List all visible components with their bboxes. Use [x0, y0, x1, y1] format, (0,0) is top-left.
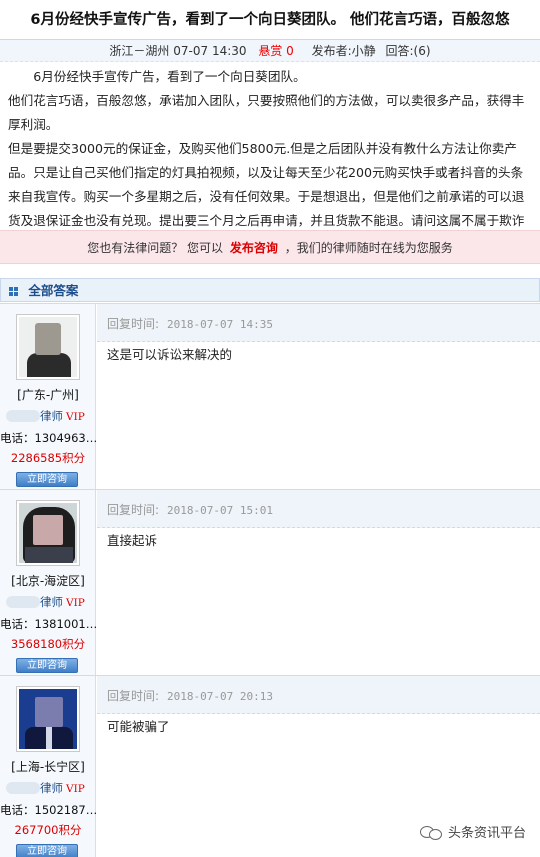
promo-prefix: 您也有法律问题？ 您可以 [87, 241, 224, 255]
reply-text: 可能被骗了 [107, 719, 170, 734]
consult-promo-banner: 您也有法律问题？ 您可以 发布咨询 ，我们的律师随时在线为您服务 [0, 230, 540, 264]
question-panel: 6月份经快手宣传广告，看到了一个向日葵团队。 他们花言巧语，百般忽悠 浙江－湖州… [0, 0, 540, 232]
lawyer-name-blurred [6, 410, 40, 422]
answers-section-header: 全部答案 [0, 278, 540, 302]
reply-time-value: 2018-07-07 20:13 [167, 690, 274, 703]
source-watermark: 头条资讯平台 [419, 822, 526, 841]
reply-time-value: 2018-07-07 15:01 [167, 504, 274, 517]
reply-panel: 回复时间: 2018-07-07 15:01 直接起诉 [97, 490, 540, 675]
reply-panel: 回复时间: 2018-07-07 14:35 这是可以诉讼来解决的 [97, 304, 540, 489]
lawyer-points: 2286585积分 [10, 451, 86, 465]
lawyer-card: [北京-海淀区] 律师 VIP 电话：1381001… 3568180积分 立即咨… [0, 490, 96, 675]
lawyer-name-blurred [6, 596, 40, 608]
reply-header: 回复时间: 2018-07-07 20:13 [97, 676, 540, 714]
lawyer-title[interactable]: 律师 VIP [0, 780, 96, 796]
lawyer-phone: 电话：1502187… [0, 803, 96, 817]
lawyer-role: 律师 [40, 409, 63, 423]
question-author[interactable]: 发布者:小静 [312, 44, 376, 58]
publish-consult-link[interactable]: 发布咨询 [230, 241, 278, 255]
answer-count: 回答:(6) [385, 44, 431, 58]
lawyer-title[interactable]: 律师 VIP [0, 408, 96, 424]
lawyer-card: [上海-长宁区] 律师 VIP 电话：1502187… 267700积分 立即咨询 [0, 676, 96, 857]
lawyer-region: [广东-广州] [17, 388, 79, 402]
lawyer-phone: 电话：1381001… [0, 617, 96, 631]
reply-header: 回复时间: 2018-07-07 14:35 [97, 304, 540, 342]
lawyer-role: 律师 [40, 595, 63, 609]
vip-badge: VIP [66, 783, 85, 795]
lawyer-avatar[interactable] [16, 314, 80, 380]
grid-icon [9, 287, 18, 296]
question-paragraph: 6月份经快手宣传广告，看到了一个向日葵团队。 [33, 69, 306, 84]
lawyer-phone: 电话：1304963… [0, 431, 96, 445]
reply-text: 这是可以诉讼来解决的 [107, 347, 233, 362]
question-body: 6月份经快手宣传广告，看到了一个向日葵团队。 他们花言巧语，百般忽悠，承诺加入团… [0, 62, 540, 232]
reply-header: 回复时间: 2018-07-07 15:01 [97, 490, 540, 528]
vip-badge: VIP [66, 411, 85, 423]
lawyer-points: 267700积分 [14, 823, 82, 837]
reply-time-value: 2018-07-07 14:35 [167, 318, 274, 331]
lawyer-region: [北京-海淀区] [11, 574, 85, 588]
question-meta: 浙江－湖州 07-07 14:30 悬赏 0 发布者:小静 回答:(6) [0, 40, 540, 62]
reward-badge: 悬赏 0 [258, 44, 294, 58]
promo-suffix: ，我们的律师随时在线为您服务 [284, 241, 453, 255]
answer-item: [广东-广州] 律师 VIP 电话：1304963… 2286585积分 立即咨询… [0, 303, 540, 489]
lawyer-points: 3568180积分 [10, 637, 86, 651]
consult-now-button[interactable]: 立即咨询 [16, 472, 78, 487]
reply-text: 直接起诉 [107, 533, 158, 548]
question-location: 浙江－湖州 [109, 44, 170, 58]
answers-section-title: 全部答案 [28, 283, 79, 298]
lawyer-region: [上海-长宁区] [11, 760, 85, 774]
answer-item: [北京-海淀区] 律师 VIP 电话：1381001… 3568180积分 立即咨… [0, 489, 540, 675]
question-time: 07-07 14:30 [173, 44, 247, 58]
reply-time: 回复时间: 2018-07-07 14:35 [107, 315, 273, 332]
consult-now-button[interactable]: 立即咨询 [16, 844, 78, 857]
watermark-text: 头条资讯平台 [447, 826, 526, 841]
wechat-icon [419, 825, 442, 840]
consult-now-button[interactable]: 立即咨询 [16, 658, 78, 673]
reply-time-label: 回复时间: [107, 503, 160, 517]
lawyer-role: 律师 [40, 781, 63, 795]
lawyer-avatar[interactable] [16, 686, 80, 752]
question-paragraph: 他们花言巧语，百般忽悠，承诺加入团队，只要按照他们的方法做，可以卖很多产品，获得… [8, 93, 525, 132]
lawyer-avatar[interactable] [16, 500, 80, 566]
question-title: 6月份经快手宣传广告，看到了一个向日葵团队。 他们花言巧语，百般忽悠 [0, 0, 540, 40]
reply-time: 回复时间: 2018-07-07 15:01 [107, 501, 273, 518]
question-paragraph: 但是要提交3000元的保证金，及购买他们5800元.但是之后团队并没有教什么方法… [8, 141, 525, 228]
reply-time: 回复时间: 2018-07-07 20:13 [107, 687, 273, 704]
lawyer-title[interactable]: 律师 VIP [0, 594, 96, 610]
vip-badge: VIP [66, 597, 85, 609]
reply-time-label: 回复时间: [107, 317, 160, 331]
lawyer-name-blurred [6, 782, 40, 794]
lawyer-card: [广东-广州] 律师 VIP 电话：1304963… 2286585积分 立即咨询 [0, 304, 96, 489]
reply-time-label: 回复时间: [107, 689, 160, 703]
